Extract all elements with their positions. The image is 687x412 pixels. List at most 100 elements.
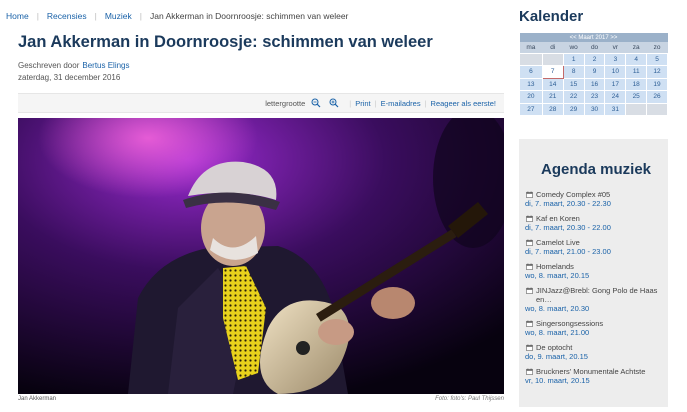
breadcrumb-recensies[interactable]: Recensies (47, 11, 87, 21)
article-toolbar: lettergrootte | Print | E-mailadres | Re… (18, 93, 504, 113)
calendar-day[interactable]: 29 (562, 102, 585, 116)
zoom-in-icon[interactable] (329, 98, 339, 108)
calendar-day[interactable]: 2 (583, 52, 606, 66)
toolbar-separator: | (374, 98, 377, 108)
calendar-day[interactable]: 8 (562, 65, 585, 79)
calendar-day[interactable]: 19 (646, 77, 668, 91)
page-title: Jan Akkerman in Doornroosje: schimmen va… (18, 33, 433, 51)
agenda-item[interactable]: JINJazz@Brebl: Gong Polo de Haas en… wo, … (525, 286, 665, 313)
agenda-item[interactable]: Kaf en Koren di, 7. maart, 20.30 - 22.00 (525, 214, 665, 232)
calendar-icon (526, 191, 533, 198)
calendar-icon (526, 287, 533, 294)
breadcrumb-separator: | (94, 11, 97, 21)
agenda-event: Comedy Complex #05 (525, 190, 665, 199)
calendar-empty-cell (519, 52, 543, 66)
guitarist-illustration (18, 118, 504, 394)
breadcrumb-home[interactable]: Home (6, 11, 29, 21)
calendar-day[interactable]: 30 (583, 102, 606, 116)
calendar-day[interactable]: 9 (583, 65, 606, 79)
agenda-event-date: wo, 8. maart, 20.30 (525, 304, 590, 313)
calendar-icon (526, 239, 533, 246)
agenda-item[interactable]: Bruckners' Monumentale Achtste vr, 10. ma… (525, 367, 665, 385)
calendar-day[interactable]: 20 (519, 90, 543, 104)
calendar-icon (526, 320, 533, 327)
calendar-day[interactable]: 21 (541, 90, 564, 104)
weekday-header: ma (519, 42, 543, 53)
weekday-header: za (625, 42, 647, 53)
agenda-event-date: di, 7. maart, 20.30 - 22.00 (525, 223, 611, 232)
agenda-event: JINJazz@Brebl: Gong Polo de Haas en… (525, 286, 665, 304)
photo-caption-text: Jan Akkerman (18, 396, 57, 402)
breadcrumb-current: Jan Akkerman in Doornroosje: schimmen va… (149, 11, 349, 21)
agenda-event-title[interactable]: De optocht (536, 343, 572, 352)
toolbar-separator: | (349, 98, 352, 108)
author-link[interactable]: Bertus Elings (82, 61, 129, 70)
email-link[interactable]: E-mailadres (381, 99, 421, 108)
agenda-event: Camelot Live (525, 238, 665, 247)
agenda-list: Comedy Complex #05 di, 7. maart, 20.30 - … (525, 190, 665, 391)
calendar-day[interactable]: 23 (583, 90, 606, 104)
agenda-event-title[interactable]: JINJazz@Brebl: Gong Polo de Haas en… (536, 286, 665, 304)
calendar-day[interactable]: 3 (604, 52, 627, 66)
calendar-month-nav[interactable]: << Maart 2017 >> (519, 33, 668, 42)
calendar-day[interactable]: 6 (519, 65, 543, 79)
agenda-item[interactable]: De optocht do, 9. maart, 20.15 (525, 343, 665, 361)
calendar-day[interactable]: 26 (646, 90, 668, 104)
weekday-header: zo (646, 42, 668, 53)
calendar-day[interactable]: 16 (583, 77, 606, 91)
calendar-day[interactable]: 25 (625, 90, 648, 104)
agenda-event: Kaf en Koren (525, 214, 665, 223)
comment-link[interactable]: Reageer als eerste! (431, 99, 496, 108)
calendar-day[interactable]: 18 (625, 77, 648, 91)
breadcrumb-separator: | (139, 11, 142, 21)
agenda-event-date: di, 7. maart, 21.00 - 23.00 (525, 247, 611, 256)
print-link[interactable]: Print (355, 99, 370, 108)
calendar-day[interactable]: 31 (604, 102, 627, 116)
weekday-header: do (584, 42, 605, 53)
calendar-day[interactable]: 4 (625, 52, 648, 66)
agenda-event-title[interactable]: Bruckners' Monumentale Achtste (536, 367, 645, 376)
calendar-day[interactable]: 13 (519, 77, 543, 91)
calendar-day[interactable]: 15 (562, 77, 585, 91)
agenda-item[interactable]: Camelot Live di, 7. maart, 21.00 - 23.00 (525, 238, 665, 256)
calendar-day[interactable]: 17 (604, 77, 627, 91)
zoom-out-icon[interactable] (311, 98, 321, 108)
calendar-day[interactable]: 24 (604, 90, 627, 104)
author-line: Geschreven door Bertus Elings (18, 60, 130, 72)
agenda-event-date: di, 7. maart, 20.30 - 22.30 (525, 199, 611, 208)
agenda-item[interactable]: Singersongsessions wo, 8. maart, 21.00 (525, 319, 665, 337)
calendar-icon (526, 344, 533, 351)
agenda-event-title[interactable]: Camelot Live (536, 238, 580, 247)
weekday-header: di (542, 42, 564, 53)
agenda-item[interactable]: Homelands wo, 8. maart, 20.15 (525, 262, 665, 280)
calendar-icon (526, 368, 533, 375)
agenda-event-date: wo, 8. maart, 21.00 (525, 328, 590, 337)
calendar-day[interactable]: 11 (625, 65, 648, 79)
calendar-day[interactable]: 1 (562, 52, 585, 66)
agenda-event-date: vr, 10. maart, 20.15 (525, 376, 590, 385)
agenda-event-date: wo, 8. maart, 20.15 (525, 271, 590, 280)
photo-caption: Jan Akkerman Foto: foto's: Paul Thijssen (18, 396, 504, 402)
breadcrumb-muziek[interactable]: Muziek (105, 11, 132, 21)
agenda-event: Homelands (525, 262, 665, 271)
calendar-day[interactable]: 10 (604, 65, 627, 79)
calendar-day[interactable]: 12 (646, 65, 668, 79)
calendar-week: 27 28 29 30 31 (519, 102, 668, 116)
agenda-panel: Agenda muziek Comedy Complex #05 di, 7. m… (519, 139, 668, 407)
agenda-event-title[interactable]: Singersongsessions (536, 319, 603, 328)
photo-credit: Foto: foto's: Paul Thijssen (435, 396, 504, 402)
calendar-day[interactable]: 7 (541, 65, 564, 79)
calendar-week: 13 14 15 16 17 18 19 (519, 77, 668, 91)
agenda-event-title[interactable]: Homelands (536, 262, 574, 271)
breadcrumb: Home | Recensies | Muziek | Jan Akkerman… (6, 6, 500, 26)
calendar-day[interactable]: 14 (541, 77, 564, 91)
agenda-event-title[interactable]: Comedy Complex #05 (536, 190, 610, 199)
calendar-day[interactable]: 28 (541, 102, 564, 116)
calendar-week: 20 21 22 23 24 25 26 (519, 90, 668, 104)
calendar-day[interactable]: 27 (519, 102, 543, 116)
calendar-day[interactable]: 22 (562, 90, 585, 104)
calendar-day[interactable]: 5 (646, 52, 668, 66)
agenda-item[interactable]: Comedy Complex #05 di, 7. maart, 20.30 - … (525, 190, 665, 208)
agenda-event-title[interactable]: Kaf en Koren (536, 214, 580, 223)
calendar-widget: << Maart 2017 >> ma di wo do vr za zo 12345678… (519, 33, 668, 116)
